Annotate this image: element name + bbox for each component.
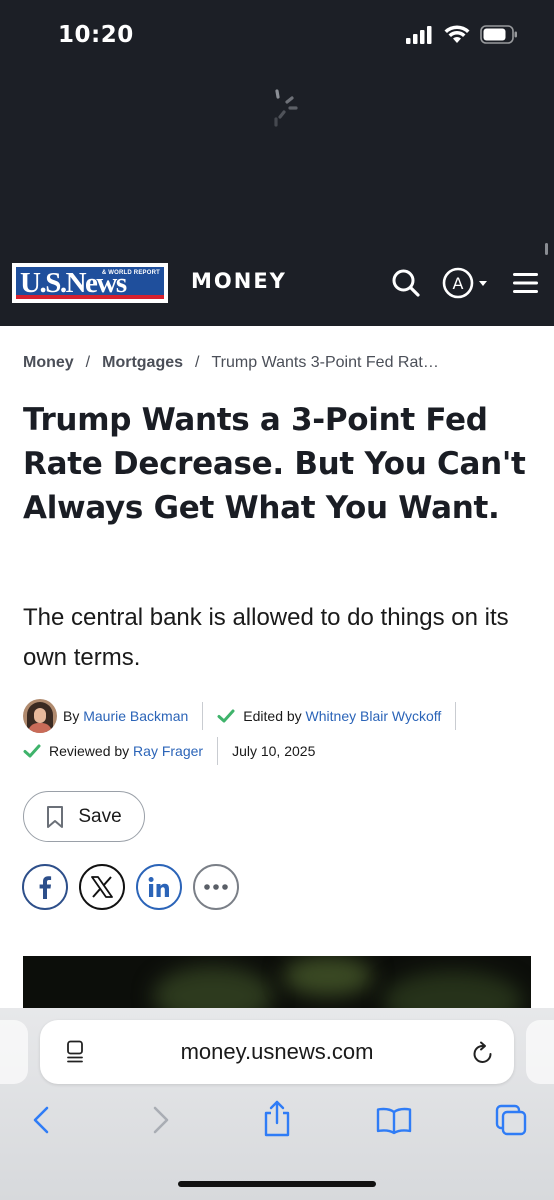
facebook-icon xyxy=(39,876,52,899)
byline-row: Reviewed by Ray Frager July 10, 2025 xyxy=(23,736,315,766)
save-label: Save xyxy=(78,805,122,827)
back-icon[interactable] xyxy=(32,1106,50,1134)
edited-prefix: Edited by xyxy=(243,708,302,724)
loading-spinner-icon xyxy=(274,89,298,127)
byline-divider xyxy=(455,702,457,730)
browser-toolbar: money.usnews.com xyxy=(0,1008,554,1200)
article-hero-image xyxy=(23,956,531,1016)
reviewer-link[interactable]: Ray Frager xyxy=(133,743,203,759)
logo-red-stripe xyxy=(16,295,164,299)
linkedin-icon xyxy=(148,877,169,897)
check-icon xyxy=(217,709,235,723)
logo-subtitle: & WORLD REPORT xyxy=(101,270,160,276)
hamburger-menu-icon[interactable] xyxy=(513,272,538,294)
editor-link[interactable]: Whitney Blair Wyckoff xyxy=(306,708,442,724)
author-avatar[interactable] xyxy=(23,699,57,733)
x-icon xyxy=(91,876,113,898)
byline-divider xyxy=(202,702,204,730)
breadcrumb-money[interactable]: Money xyxy=(23,354,74,372)
by-prefix: By xyxy=(63,708,80,724)
svg-text:A: A xyxy=(453,274,464,293)
forward-icon[interactable] xyxy=(152,1106,170,1134)
search-icon[interactable] xyxy=(391,267,421,299)
author-link[interactable]: Maurie Backman xyxy=(83,708,188,724)
breadcrumb: Money / Mortgages / Trump Wants 3-Point … xyxy=(23,354,439,372)
share-icon[interactable] xyxy=(262,1100,292,1138)
save-button[interactable]: Save xyxy=(23,791,145,842)
facebook-share-button[interactable] xyxy=(22,864,68,910)
next-tab-peek[interactable] xyxy=(526,1020,554,1084)
x-share-button[interactable] xyxy=(79,864,125,910)
previous-tab-peek[interactable] xyxy=(0,1020,28,1084)
article-headline: Trump Wants a 3-Point Fed Rate Decrease.… xyxy=(23,402,526,526)
address-bar[interactable]: money.usnews.com xyxy=(40,1020,514,1084)
publish-date: July 10, 2025 xyxy=(232,743,316,759)
more-icon xyxy=(204,884,228,890)
more-share-button[interactable] xyxy=(193,864,239,910)
site-navbar: U.S.News & WORLD REPORT MONEY A xyxy=(0,258,554,326)
linkedin-share-button[interactable] xyxy=(136,864,182,910)
check-icon xyxy=(23,744,41,758)
wifi-icon xyxy=(444,25,470,43)
article-dek: The central bank is allowed to do things… xyxy=(23,604,509,671)
home-indicator xyxy=(178,1181,376,1187)
section-title[interactable]: MONEY xyxy=(191,269,287,293)
bookmarks-icon[interactable] xyxy=(376,1107,412,1135)
byline-divider xyxy=(217,737,219,765)
byline-row: By Maurie Backman Edited by Whitney Blai… xyxy=(23,698,470,734)
reviewed-prefix: Reviewed by xyxy=(49,743,130,759)
tabs-icon[interactable] xyxy=(495,1104,527,1136)
usnews-logo[interactable]: U.S.News & WORLD REPORT xyxy=(12,263,168,303)
status-time: 10:20 xyxy=(58,22,134,48)
url-text[interactable]: money.usnews.com xyxy=(40,1039,514,1065)
app-header-area: 10:20 U.S.News & WORLD REPORT MONEY A xyxy=(0,0,554,326)
breadcrumb-separator: / xyxy=(195,354,200,371)
cellular-signal-icon xyxy=(406,25,432,44)
status-icons xyxy=(406,25,518,44)
reload-icon[interactable] xyxy=(472,1041,494,1065)
breadcrumb-separator: / xyxy=(85,354,91,371)
account-menu-button[interactable]: A xyxy=(442,266,492,300)
account-icon: A xyxy=(442,267,487,299)
battery-icon xyxy=(480,25,517,44)
breadcrumb-mortgages[interactable]: Mortgages xyxy=(102,354,183,372)
bookmark-icon xyxy=(47,805,64,828)
scroll-indicator xyxy=(545,243,548,255)
breadcrumb-current: Trump Wants 3-Point Fed Rat… xyxy=(211,354,439,371)
